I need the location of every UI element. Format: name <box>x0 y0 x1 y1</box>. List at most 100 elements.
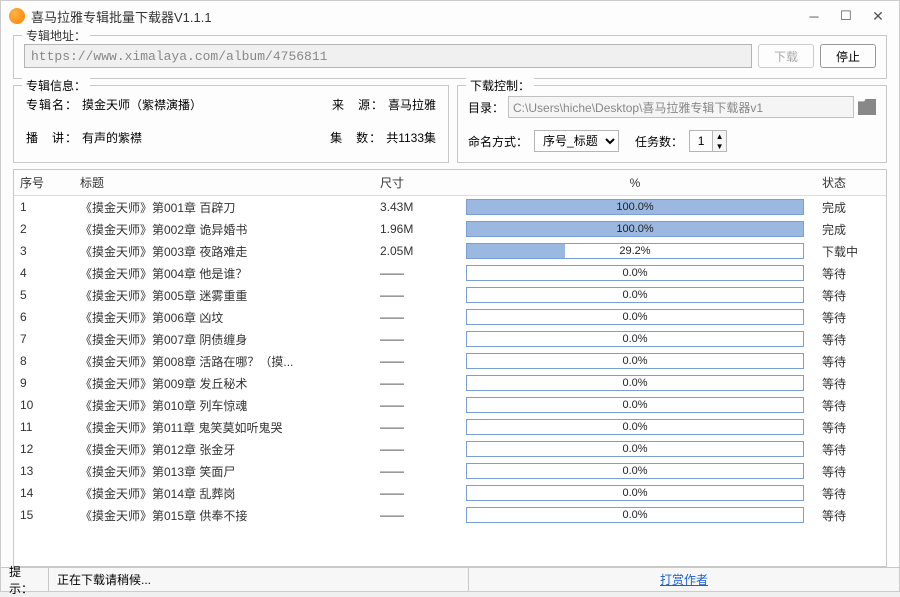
count-value: 共1133集 <box>386 129 436 146</box>
col-idx-header[interactable]: 序号 <box>14 170 74 196</box>
col-status-header[interactable]: 状态 <box>816 170 886 196</box>
table-row[interactable]: 11《摸金天师》第011章 鬼笑莫如听鬼哭——0.0%等待 <box>14 416 886 438</box>
cell-progress: 0.0% <box>454 262 816 284</box>
tasks-value: 1 <box>690 134 712 148</box>
table-row[interactable]: 14《摸金天师》第014章 乱葬岗——0.0%等待 <box>14 482 886 504</box>
cell-idx: 13 <box>14 460 74 482</box>
cell-title: 《摸金天师》第013章 笑面尸 <box>74 460 374 482</box>
col-pct-header[interactable]: % <box>454 170 816 196</box>
cell-size: 3.43M <box>374 196 454 219</box>
table-row[interactable]: 5《摸金天师》第005章 迷雾重重——0.0%等待 <box>14 284 886 306</box>
content-area: 下载 停止 专辑名： 摸金天师（紫襟演播） 来 源： 喜马拉雅 <box>1 31 899 567</box>
cell-progress: 0.0% <box>454 482 816 504</box>
table-row[interactable]: 15《摸金天师》第015章 供奉不接——0.0%等待 <box>14 504 886 526</box>
progress-bar: 0.0% <box>466 309 804 325</box>
col-title-header[interactable]: 标题 <box>74 170 374 196</box>
table-row[interactable]: 8《摸金天师》第008章 活路在哪？（摸...——0.0%等待 <box>14 350 886 372</box>
cell-progress: 0.0% <box>454 438 816 460</box>
spinner-up-icon[interactable]: ▲ <box>712 131 726 141</box>
progress-bar: 100.0% <box>466 199 804 215</box>
cell-size: —— <box>374 416 454 438</box>
cell-status: 等待 <box>816 350 886 372</box>
progress-bar: 0.0% <box>466 331 804 347</box>
cell-status: 等待 <box>816 504 886 526</box>
table-row[interactable]: 9《摸金天师》第009章 发丘秘术——0.0%等待 <box>14 372 886 394</box>
dir-input[interactable]: C:\Users\hiche\Desktop\喜马拉雅专辑下载器v1 <box>508 96 854 118</box>
cell-progress: 0.0% <box>454 284 816 306</box>
stop-button[interactable]: 停止 <box>820 44 876 68</box>
album-url-input[interactable] <box>24 44 752 68</box>
cell-status: 等待 <box>816 328 886 350</box>
cell-idx: 15 <box>14 504 74 526</box>
cell-idx: 1 <box>14 196 74 219</box>
cell-idx: 6 <box>14 306 74 328</box>
table-row[interactable]: 3《摸金天师》第003章 夜路难走2.05M29.2%下载中 <box>14 240 886 262</box>
minimize-button[interactable]: ─ <box>807 9 821 23</box>
count-label: 集 数： <box>330 129 382 146</box>
table-row[interactable]: 2《摸金天师》第002章 诡异婚书1.96M100.0%完成 <box>14 218 886 240</box>
window-title: 喜马拉雅专辑批量下载器V1.1.1 <box>31 7 807 26</box>
cell-progress: 0.0% <box>454 504 816 526</box>
cell-title: 《摸金天师》第005章 迷雾重重 <box>74 284 374 306</box>
table-row[interactable]: 13《摸金天师》第013章 笑面尸——0.0%等待 <box>14 460 886 482</box>
download-control-fieldset: 目录： C:\Users\hiche\Desktop\喜马拉雅专辑下载器v1 命… <box>457 85 887 163</box>
cell-status: 等待 <box>816 372 886 394</box>
cell-status: 完成 <box>816 196 886 219</box>
dir-label: 目录： <box>468 99 504 116</box>
cell-title: 《摸金天师》第001章 百辟刀 <box>74 196 374 219</box>
cell-idx: 5 <box>14 284 74 306</box>
cell-size: —— <box>374 372 454 394</box>
cell-idx: 3 <box>14 240 74 262</box>
cell-title: 《摸金天师》第010章 列车惊魂 <box>74 394 374 416</box>
table-row[interactable]: 10《摸金天师》第010章 列车惊魂——0.0%等待 <box>14 394 886 416</box>
progress-bar: 29.2% <box>466 243 804 259</box>
source-value: 喜马拉雅 <box>388 96 436 113</box>
tasks-label: 任务数： <box>635 133 683 150</box>
cell-idx: 11 <box>14 416 74 438</box>
progress-bar: 0.0% <box>466 441 804 457</box>
download-button[interactable]: 下载 <box>758 44 814 68</box>
maximize-button[interactable]: ☐ <box>839 9 853 23</box>
cell-size: —— <box>374 394 454 416</box>
cell-idx: 12 <box>14 438 74 460</box>
table-row[interactable]: 12《摸金天师》第012章 张金牙——0.0%等待 <box>14 438 886 460</box>
table-row[interactable]: 6《摸金天师》第006章 凶坟——0.0%等待 <box>14 306 886 328</box>
cell-progress: 0.0% <box>454 460 816 482</box>
cell-progress: 0.0% <box>454 394 816 416</box>
donate-link[interactable]: 打赏作者 <box>469 568 899 591</box>
statusbar: 提示： 正在下载请稍候... 打赏作者 <box>1 567 899 591</box>
progress-bar: 0.0% <box>466 419 804 435</box>
table-row[interactable]: 7《摸金天师》第007章 阴债缠身——0.0%等待 <box>14 328 886 350</box>
address-fieldset: 下载 停止 <box>13 35 887 79</box>
naming-select[interactable]: 序号_标题 <box>534 130 619 152</box>
cell-progress: 29.2% <box>454 240 816 262</box>
cell-status: 等待 <box>816 394 886 416</box>
cell-title: 《摸金天师》第002章 诡异婚书 <box>74 218 374 240</box>
cell-progress: 100.0% <box>454 218 816 240</box>
cell-idx: 4 <box>14 262 74 284</box>
cell-size: —— <box>374 504 454 526</box>
album-info-fieldset: 专辑名： 摸金天师（紫襟演播） 来 源： 喜马拉雅 播 讲： 有声的紫襟 集 数… <box>13 85 449 163</box>
cell-size: —— <box>374 438 454 460</box>
album-name-label: 专辑名： <box>26 96 78 113</box>
table-row[interactable]: 4《摸金天师》第004章 他是谁？——0.0%等待 <box>14 262 886 284</box>
cell-status: 下载中 <box>816 240 886 262</box>
reader-label: 播 讲： <box>26 129 78 146</box>
folder-icon[interactable] <box>858 99 876 115</box>
cell-title: 《摸金天师》第004章 他是谁？ <box>74 262 374 284</box>
spinner-down-icon[interactable]: ▼ <box>712 141 726 151</box>
progress-bar: 0.0% <box>466 485 804 501</box>
cell-size: —— <box>374 460 454 482</box>
cell-title: 《摸金天师》第007章 阴债缠身 <box>74 328 374 350</box>
source-label: 来 源： <box>332 96 384 113</box>
tasks-spinner[interactable]: 1 ▲ ▼ <box>689 130 727 152</box>
table-row[interactable]: 1《摸金天师》第001章 百辟刀3.43M 100.0% 完成 <box>14 196 886 219</box>
cell-status: 等待 <box>816 284 886 306</box>
cell-status: 完成 <box>816 218 886 240</box>
close-button[interactable]: ✕ <box>871 9 885 23</box>
cell-progress: 0.0% <box>454 328 816 350</box>
cell-progress: 0.0% <box>454 350 816 372</box>
cell-title: 《摸金天师》第009章 发丘秘术 <box>74 372 374 394</box>
col-size-header[interactable]: 尺寸 <box>374 170 454 196</box>
reader-value: 有声的紫襟 <box>82 129 142 146</box>
